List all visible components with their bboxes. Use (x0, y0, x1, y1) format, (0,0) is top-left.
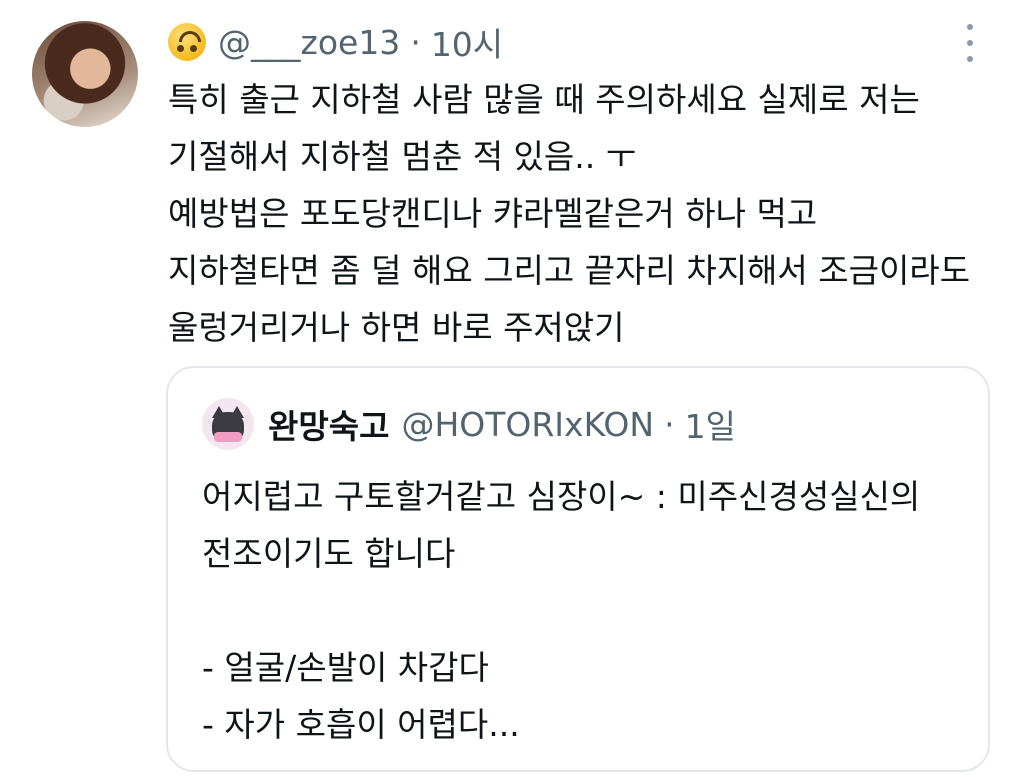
quoted-tweet-line: 전조이기도 합니다 (202, 534, 456, 573)
quoted-user-avatar (202, 398, 254, 450)
tweet-line: 울렁거리거나 하면 바로 주저앉기 (168, 308, 625, 347)
quoted-tweet-line: 어지럽고 구토할거같고 심장이~ : 미주신경성실신의 (202, 477, 921, 516)
quoted-user-handle: @HOTORIxKON (401, 404, 655, 444)
quoted-tweet-line: - 자가 호흡이 어렵다... (202, 705, 520, 744)
tweet-body: 특히 출근 지하철 사람 많을 때 주의하세요 실제로 저는 기절해서 지하철 … (168, 71, 1008, 356)
header-separator: · (410, 22, 421, 62)
quoted-tweet-timestamp: 1일 (684, 407, 736, 446)
quoted-tweet-header: 완망숙고 @HOTORIxKON · 1일 (202, 398, 736, 450)
tweet-line: 지하철타면 좀 덜 해요 그리고 끝자리 차지해서 조금이라도 (168, 251, 971, 290)
quoted-header-separator: · (664, 404, 675, 444)
more-options-icon[interactable] (958, 24, 982, 62)
tweet-timestamp[interactable]: 10시 (431, 18, 503, 66)
user-avatar[interactable] (32, 21, 138, 127)
tweet-line: 특히 출근 지하철 사람 많을 때 주의하세요 실제로 저는 (168, 80, 920, 119)
quoted-tweet-line: - 얼굴/손발이 차갑다 (202, 648, 489, 687)
tweet-header: @___zoe13 · 10시 (168, 20, 503, 64)
quoted-tweet-line (202, 582, 972, 639)
quoted-user-name: 완망숙고 (268, 407, 390, 446)
tweet-line: 예방법은 포도당캔디나 캬라멜같은거 하나 먹고 (168, 194, 818, 233)
tweet-line: 기절해서 지하철 멈춘 적 있음.. ㅜ (168, 137, 637, 176)
quoted-tweet-card[interactable]: 완망숙고 @HOTORIxKON · 1일 어지럽고 구토할거같고 심장이~ :… (166, 366, 990, 772)
user-handle[interactable]: @___zoe13 (218, 23, 400, 62)
upside-down-face-icon (168, 23, 206, 61)
quoted-tweet-body: 어지럽고 구토할거같고 심장이~ : 미주신경성실신의 전조이기도 합니다 - … (202, 468, 972, 753)
